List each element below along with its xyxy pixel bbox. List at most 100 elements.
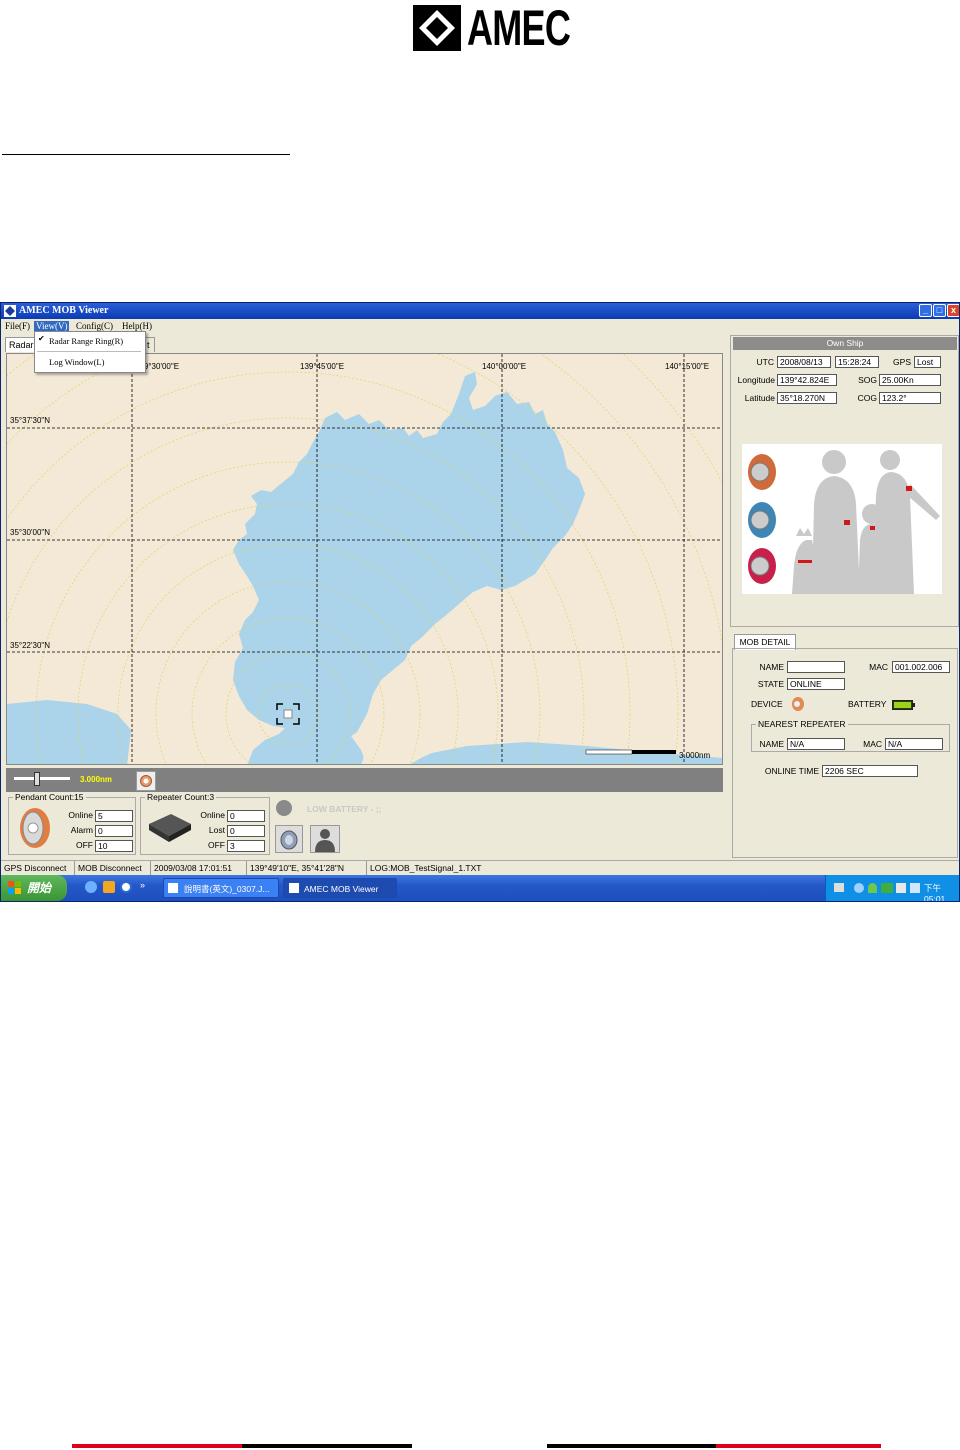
volume-tray-icon[interactable]: [910, 883, 920, 893]
minimize-button[interactable]: _: [919, 304, 932, 317]
pendant-online-value: 5: [95, 810, 133, 822]
ie-quicklaunch-icon[interactable]: [85, 881, 97, 893]
mob-mac-label: MAC: [869, 662, 888, 672]
mob-name-field: [787, 661, 845, 673]
menu-item-log-window[interactable]: Log Window(L): [35, 354, 143, 370]
close-button[interactable]: x: [947, 304, 959, 317]
zoom-range-label: 3.000nm: [80, 775, 113, 784]
app-icon[interactable]: [4, 305, 16, 317]
lon-label-3: 140°00'00"E: [482, 362, 527, 371]
longitude-field: 139°42.824E: [777, 374, 837, 386]
own-ship-header: Own Ship: [733, 337, 957, 350]
menu-view[interactable]: View(V): [34, 321, 70, 331]
family-silhouette-icon: [748, 450, 940, 594]
device-label: DEVICE: [751, 699, 783, 709]
status-datetime: 2009/03/08 17:01:51: [151, 861, 247, 876]
menu-help[interactable]: Help(H): [120, 321, 154, 331]
longitude-label: Longitude: [737, 375, 775, 385]
media-quicklaunch-icon[interactable]: [103, 881, 115, 893]
device-pendant-icon: [792, 697, 804, 711]
status-bar: GPS Disconnect MOB Disconnect 2009/03/08…: [1, 860, 959, 876]
repeater-online-label: Online: [200, 810, 225, 820]
windows-logo-icon: [8, 881, 21, 894]
low-battery-label: LOW BATTERY - ;;: [307, 804, 382, 814]
speaker-icon: [280, 830, 298, 850]
online-time-label: ONLINE TIME: [764, 766, 819, 776]
repeater-online-value: 0: [227, 810, 265, 822]
pendant-color-samples: [748, 454, 776, 584]
pendant-family-illustration: [742, 444, 942, 594]
menu-file[interactable]: File(F): [3, 321, 32, 331]
app-window: AMEC MOB Viewer _ □ x File(F) View(V) Co…: [0, 302, 960, 902]
document-underline: [2, 154, 290, 155]
repeater-count-group: Repeater Count:3 Online 0 Lost 0 OFF 3: [140, 792, 270, 855]
battery-label: BATTERY: [848, 699, 887, 709]
mob-state-label: STATE: [757, 679, 784, 689]
keyboard-tray-icon[interactable]: [834, 883, 844, 892]
repeater-lost-label: Lost: [208, 825, 225, 835]
sog-field: 25.00Kn: [879, 374, 941, 386]
zoom-slider-thumb[interactable]: [34, 772, 40, 786]
pendant-alarm-label: Alarm: [70, 825, 93, 835]
repeater-off-label: OFF: [208, 840, 225, 850]
system-tray: 下午 05:01: [825, 875, 959, 901]
repeater-off-value: 3: [227, 840, 265, 852]
pendant-count-title: Pendant Count:15: [13, 792, 86, 802]
amec-logo-mark-icon: [413, 5, 461, 51]
menu-item-radar-range-ring[interactable]: Radar Range Ring(R): [35, 333, 143, 349]
repeater-lost-value: 0: [227, 825, 265, 837]
lon-label-4: 140°15'00"E: [665, 362, 710, 371]
quicklaunch-more[interactable]: »: [140, 880, 145, 890]
zoom-toolbar: 3.000nm: [6, 768, 723, 792]
menu-separator: [37, 351, 141, 352]
repeater-mac-label: MAC: [863, 739, 882, 749]
online-time-field: 2206 SEC: [822, 765, 918, 777]
menu-config[interactable]: Config(C): [74, 321, 115, 331]
cog-field: 123.2°: [879, 392, 941, 404]
pendant-off-label: OFF: [76, 840, 93, 850]
lat-label-1: 35°37'30"N: [10, 416, 51, 425]
window-title: AMEC MOB Viewer: [19, 305, 109, 316]
zoom-slider-track[interactable]: [14, 777, 70, 780]
map-scale-bar: [585, 749, 676, 755]
taskbar-item-document[interactable]: 說明書(英文)_0307.J...: [163, 878, 279, 898]
gps-status-field: Lost: [914, 356, 941, 368]
pendant-off-value: 10: [95, 840, 133, 852]
status-log-file: LOG:MOB_TestSignal_1.TXT: [370, 863, 482, 873]
map-canvas[interactable]: [7, 354, 723, 765]
browser-quicklaunch-icon[interactable]: [120, 881, 132, 893]
pendant-locate-button[interactable]: [136, 771, 156, 791]
app-tray-icon[interactable]: [881, 883, 893, 893]
monitor-tray-icon[interactable]: [896, 883, 906, 893]
maximize-button[interactable]: □: [933, 304, 946, 317]
view-dropdown-menu: ✔ Radar Range Ring(R) Log Window(L): [34, 331, 146, 373]
windows-taskbar: 開始 » 說明書(英文)_0307.J... AMEC MOB Viewer 下…: [1, 875, 959, 901]
person-icon: [315, 829, 335, 852]
repeater-name-label: NAME: [759, 739, 784, 749]
pendant-alarm-value: 0: [95, 825, 133, 837]
person-button[interactable]: [310, 825, 340, 853]
repeater-name-field: N/A: [787, 738, 845, 750]
gps-label: GPS: [893, 357, 911, 367]
sound-button[interactable]: [275, 825, 303, 853]
latitude-field: 35°18.270N: [777, 392, 837, 404]
title-bar[interactable]: AMEC MOB Viewer _ □ x: [1, 303, 959, 319]
pendant-icon: [140, 775, 152, 787]
cog-label: COG: [857, 393, 877, 403]
network-tray-icon[interactable]: [854, 883, 864, 893]
utc-time-field: 15:28:24: [835, 356, 879, 368]
user-tray-icon[interactable]: [868, 883, 877, 893]
lon-label-2: 139°45'00"E: [300, 362, 345, 371]
lat-label-3: 35°22'30"N: [10, 641, 51, 650]
lat-label-2: 35°30'00"N: [10, 528, 51, 537]
battery-full-icon: [892, 700, 915, 710]
mob-mac-field: 001.002.006: [892, 661, 950, 673]
taskbar-item-mob-viewer[interactable]: AMEC MOB Viewer: [283, 878, 397, 898]
taskbar-clock[interactable]: 下午 05:01: [924, 882, 959, 901]
radar-map[interactable]: 139°30'00"E 139°45'00"E 140°00'00"E 140°…: [6, 353, 723, 765]
footer-rule-red-left: [72, 1444, 242, 1448]
nearest-repeater-title: NEAREST REPEATER: [756, 719, 848, 729]
repeater-mac-field: N/A: [885, 738, 943, 750]
mob-state-field: ONLINE: [787, 678, 845, 690]
logo-text: AMEC: [467, 0, 571, 56]
